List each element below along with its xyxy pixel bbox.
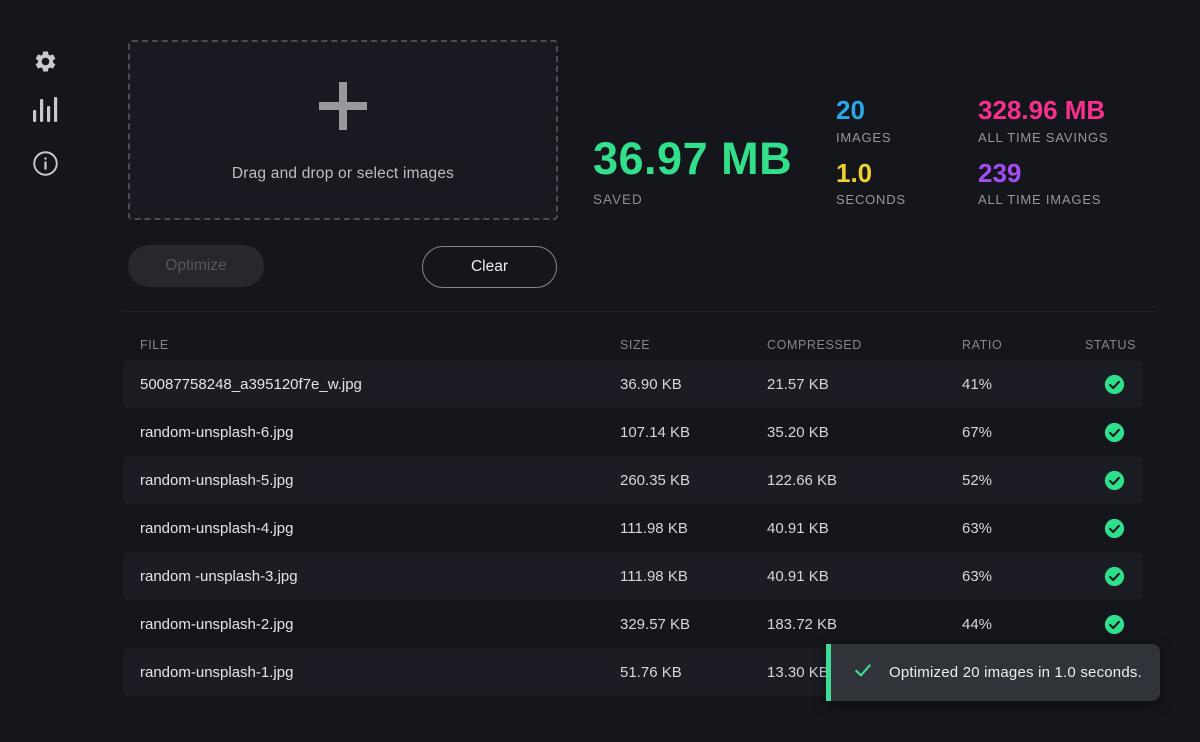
header-compressed: COMPRESSED bbox=[767, 338, 862, 352]
check-circle-icon bbox=[1085, 552, 1143, 600]
bar-chart-icon bbox=[31, 94, 59, 124]
table-row: random-unsplash-2.jpg 329.57 KB 183.72 KB 4… bbox=[123, 600, 1143, 648]
cell-file: random-unsplash-1.jpg bbox=[140, 648, 293, 696]
table-row: 50087758248_a395120f7e_w.jpg 36.90 KB 21.5… bbox=[123, 360, 1143, 408]
settings-button[interactable] bbox=[30, 46, 60, 76]
cell-ratio: 52% bbox=[962, 456, 992, 504]
cell-size: 36.90 KB bbox=[620, 360, 682, 408]
check-circle-icon bbox=[1085, 456, 1143, 504]
divider bbox=[123, 311, 1155, 312]
cell-file: 50087758248_a395120f7e_w.jpg bbox=[140, 360, 362, 408]
header-file: FILE bbox=[140, 338, 169, 352]
info-icon bbox=[32, 150, 59, 177]
stat-alltime-savings-label: ALL TIME SAVINGS bbox=[978, 130, 1108, 145]
toast-notification: Optimized 20 images in 1.0 seconds. bbox=[826, 644, 1160, 701]
check-circle-icon bbox=[1085, 600, 1143, 648]
stat-seconds: 1.0 SECONDS bbox=[836, 159, 906, 208]
plus-icon bbox=[319, 82, 367, 135]
header-ratio: RATIO bbox=[962, 338, 1002, 352]
stat-images-label: IMAGES bbox=[836, 130, 906, 145]
cell-compressed: 122.66 KB bbox=[767, 456, 837, 504]
check-icon bbox=[853, 660, 873, 685]
cell-size: 51.76 KB bbox=[620, 648, 682, 696]
stat-seconds-label: SECONDS bbox=[836, 192, 906, 207]
stat-alltime-savings-value: 328.96 MB bbox=[978, 96, 1108, 125]
cell-ratio: 41% bbox=[962, 360, 992, 408]
stat-saved: 36.97 MB SAVED bbox=[593, 134, 792, 207]
stat-images: 20 IMAGES bbox=[836, 96, 906, 145]
cell-size: 260.35 KB bbox=[620, 456, 690, 504]
dropzone-label: Drag and drop or select images bbox=[232, 165, 454, 183]
stat-alltime-images-value: 239 bbox=[978, 159, 1108, 188]
cell-compressed: 40.91 KB bbox=[767, 552, 829, 600]
cell-file: random-unsplash-6.jpg bbox=[140, 408, 293, 456]
header-size: SIZE bbox=[620, 338, 650, 352]
cell-compressed: 21.57 KB bbox=[767, 360, 829, 408]
sidebar bbox=[0, 0, 90, 742]
optimize-button[interactable]: Optimize bbox=[128, 245, 264, 287]
stat-column-session: 20 IMAGES 1.0 SECONDS bbox=[836, 96, 906, 207]
cell-size: 111.98 KB bbox=[620, 552, 688, 600]
cell-compressed: 35.20 KB bbox=[767, 408, 829, 456]
check-circle-icon bbox=[1085, 504, 1143, 552]
stats-button[interactable] bbox=[30, 94, 60, 124]
info-button[interactable] bbox=[30, 148, 60, 178]
dropzone[interactable]: Drag and drop or select images bbox=[128, 40, 558, 220]
check-circle-icon bbox=[1085, 408, 1143, 456]
stat-alltime-savings: 328.96 MB ALL TIME SAVINGS bbox=[978, 96, 1108, 145]
stat-seconds-value: 1.0 bbox=[836, 159, 906, 188]
stat-alltime-images: 239 ALL TIME IMAGES bbox=[978, 159, 1108, 208]
stat-saved-value: 36.97 MB bbox=[593, 134, 792, 184]
cell-file: random -unsplash-3.jpg bbox=[140, 552, 298, 600]
table-row: random-unsplash-6.jpg 107.14 KB 35.20 KB 67… bbox=[123, 408, 1143, 456]
table-row: random -unsplash-3.jpg 111.98 KB 40.91 KB 6… bbox=[123, 552, 1143, 600]
results-table: FILE SIZE COMPRESSED RATIO STATUS 500877… bbox=[123, 338, 1143, 696]
cell-ratio: 67% bbox=[962, 408, 992, 456]
table-header: FILE SIZE COMPRESSED RATIO STATUS bbox=[123, 338, 1143, 360]
header-status: STATUS bbox=[1085, 338, 1136, 352]
cell-size: 107.14 KB bbox=[620, 408, 690, 456]
cell-ratio: 63% bbox=[962, 552, 992, 600]
cell-compressed: 13.30 KB bbox=[767, 648, 829, 696]
cell-file: random-unsplash-5.jpg bbox=[140, 456, 293, 504]
cell-file: random-unsplash-2.jpg bbox=[140, 600, 293, 648]
table-row: random-unsplash-4.jpg 111.98 KB 40.91 KB 63… bbox=[123, 504, 1143, 552]
cell-ratio: 63% bbox=[962, 504, 992, 552]
cell-compressed: 40.91 KB bbox=[767, 504, 829, 552]
stat-images-value: 20 bbox=[836, 96, 906, 125]
stat-column-alltime: 328.96 MB ALL TIME SAVINGS 239 ALL TIME … bbox=[978, 96, 1108, 207]
cell-ratio: 44% bbox=[962, 600, 992, 648]
toast-message: Optimized 20 images in 1.0 seconds. bbox=[889, 664, 1142, 681]
stat-alltime-images-label: ALL TIME IMAGES bbox=[978, 192, 1108, 207]
clear-button[interactable]: Clear bbox=[422, 246, 557, 288]
cell-size: 111.98 KB bbox=[620, 504, 688, 552]
stat-saved-label: SAVED bbox=[593, 192, 792, 207]
cell-compressed: 183.72 KB bbox=[767, 600, 837, 648]
cell-size: 329.57 KB bbox=[620, 600, 690, 648]
cell-file: random-unsplash-4.jpg bbox=[140, 504, 293, 552]
check-circle-icon bbox=[1085, 360, 1143, 408]
gear-icon bbox=[33, 49, 58, 74]
table-row: random-unsplash-5.jpg 260.35 KB 122.66 KB 5… bbox=[123, 456, 1143, 504]
